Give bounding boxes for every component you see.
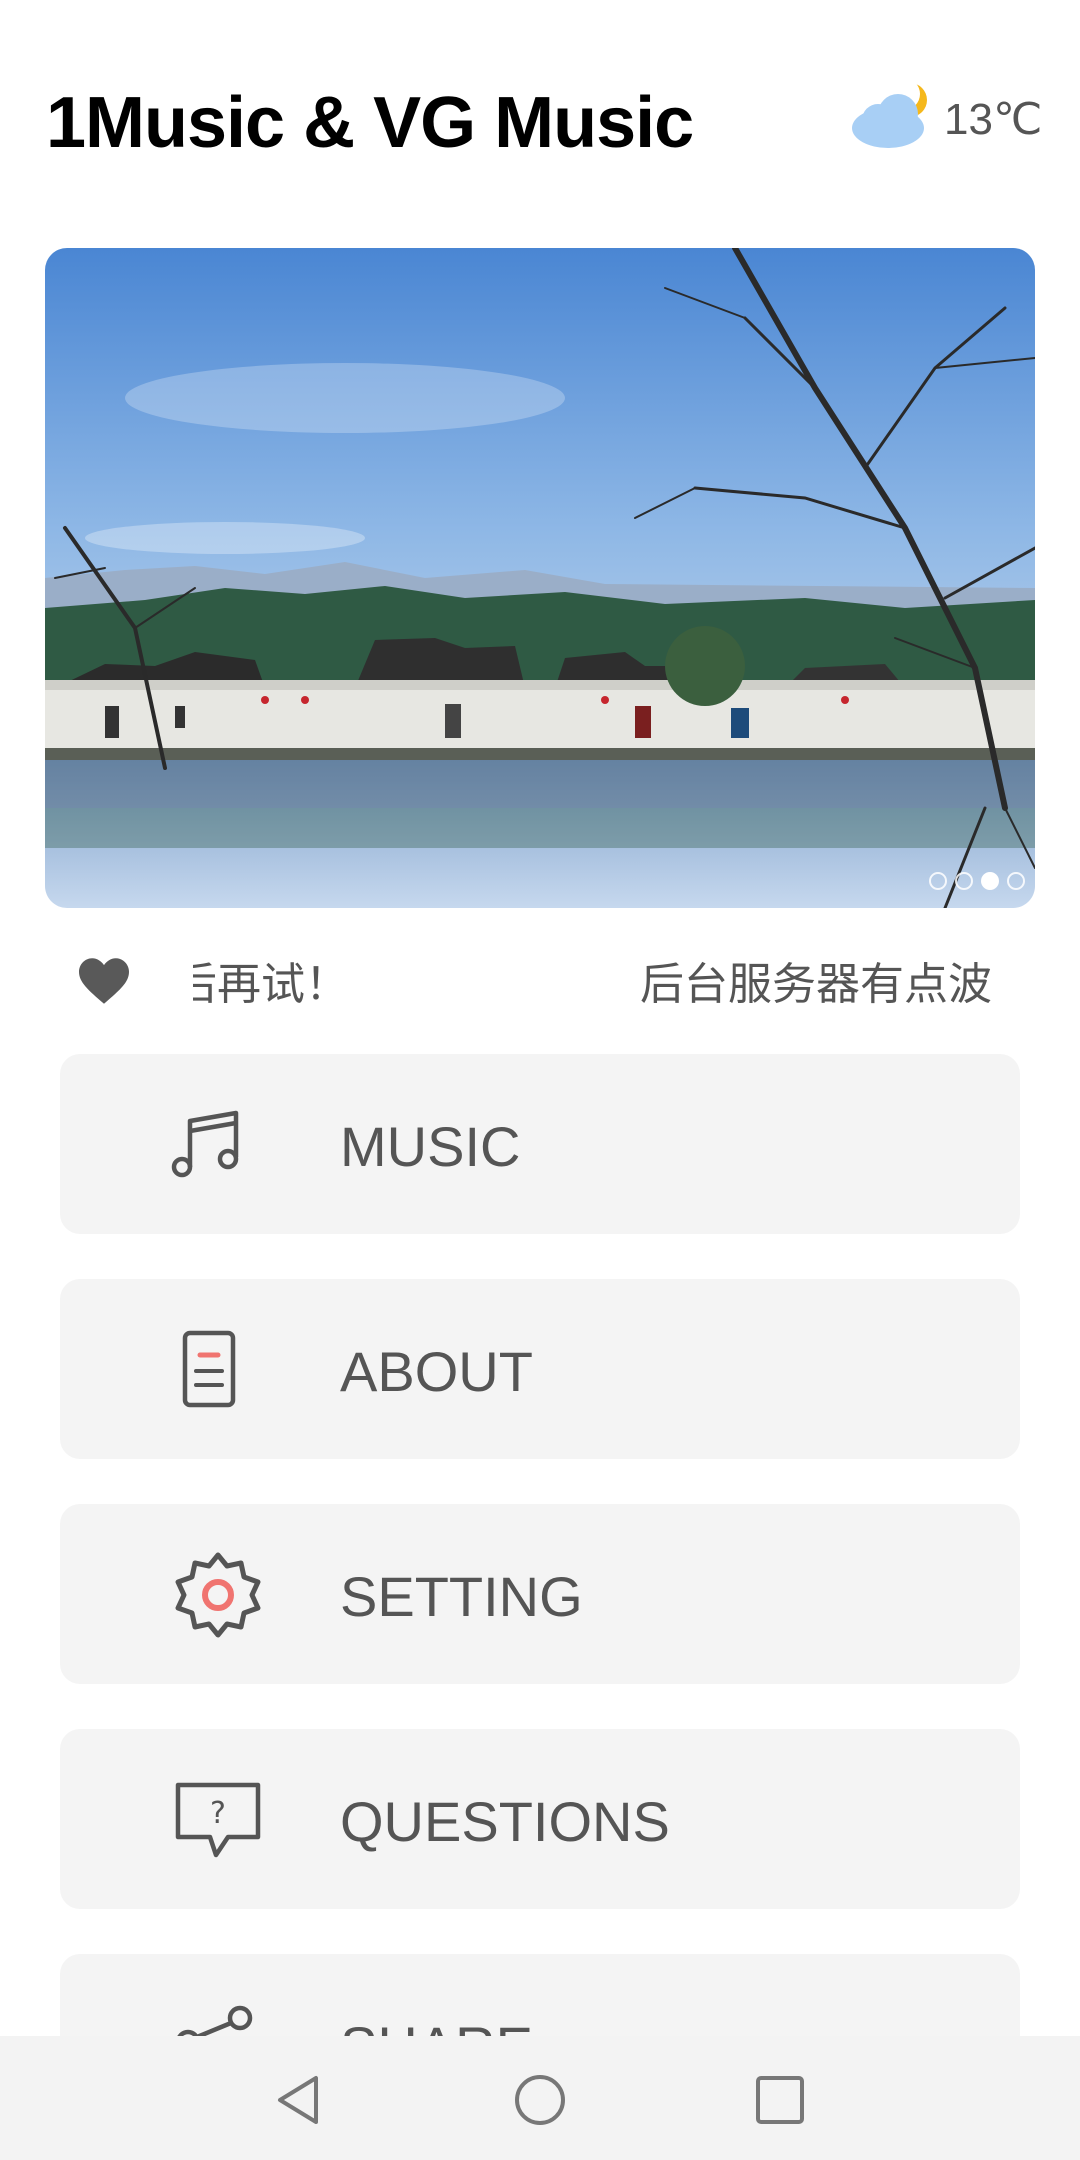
banner-carousel[interactable] bbox=[45, 248, 1035, 908]
back-icon[interactable] bbox=[272, 2072, 328, 2128]
menu-label-about: ABOUT bbox=[340, 1340, 533, 1403]
partly-cloudy-icon bbox=[852, 78, 927, 148]
menu-label-questions: QUESTIONS bbox=[340, 1790, 670, 1853]
menu-item-questions[interactable]: ? QUESTIONS bbox=[60, 1729, 1020, 1909]
document-icon bbox=[182, 1330, 236, 1408]
menu-label-setting: SETTING bbox=[340, 1565, 583, 1628]
weather-widget[interactable]: 13℃ bbox=[848, 76, 1048, 166]
menu-item-about[interactable]: ABOUT bbox=[60, 1279, 1020, 1459]
carousel-dot[interactable] bbox=[1007, 872, 1025, 890]
music-note-icon bbox=[171, 1110, 239, 1178]
app-title: 1Music & VG Music bbox=[46, 83, 694, 163]
menu-item-setting[interactable]: SETTING bbox=[60, 1504, 1020, 1684]
marquee-text-window: 后再试！ 后台服务器有点波 bbox=[193, 950, 1010, 1020]
weather-temperature: 13℃ bbox=[944, 95, 1043, 144]
carousel-dot[interactable] bbox=[955, 872, 973, 890]
carousel-dot-active[interactable] bbox=[981, 872, 999, 890]
marquee-text-left: 后再试！ bbox=[193, 959, 349, 1010]
question-bubble-icon: ? bbox=[175, 1782, 261, 1858]
svg-text:?: ? bbox=[210, 1796, 226, 1831]
heart-icon bbox=[79, 958, 129, 1004]
banner-image bbox=[45, 248, 1035, 908]
system-nav-bar bbox=[0, 2036, 1080, 2160]
carousel-dot[interactable] bbox=[929, 872, 947, 890]
home-icon[interactable] bbox=[512, 2072, 568, 2128]
gear-icon bbox=[175, 1552, 261, 1638]
carousel-indicator[interactable] bbox=[929, 872, 1025, 890]
menu-label-music: MUSIC bbox=[340, 1115, 521, 1178]
notice-marquee: 后再试！ 后台服务器有点波 bbox=[0, 950, 1080, 1020]
marquee-text-right: 后台服务器有点波 bbox=[640, 959, 992, 1010]
recents-icon[interactable] bbox=[752, 2072, 808, 2128]
menu-item-music[interactable]: MUSIC bbox=[60, 1054, 1020, 1234]
